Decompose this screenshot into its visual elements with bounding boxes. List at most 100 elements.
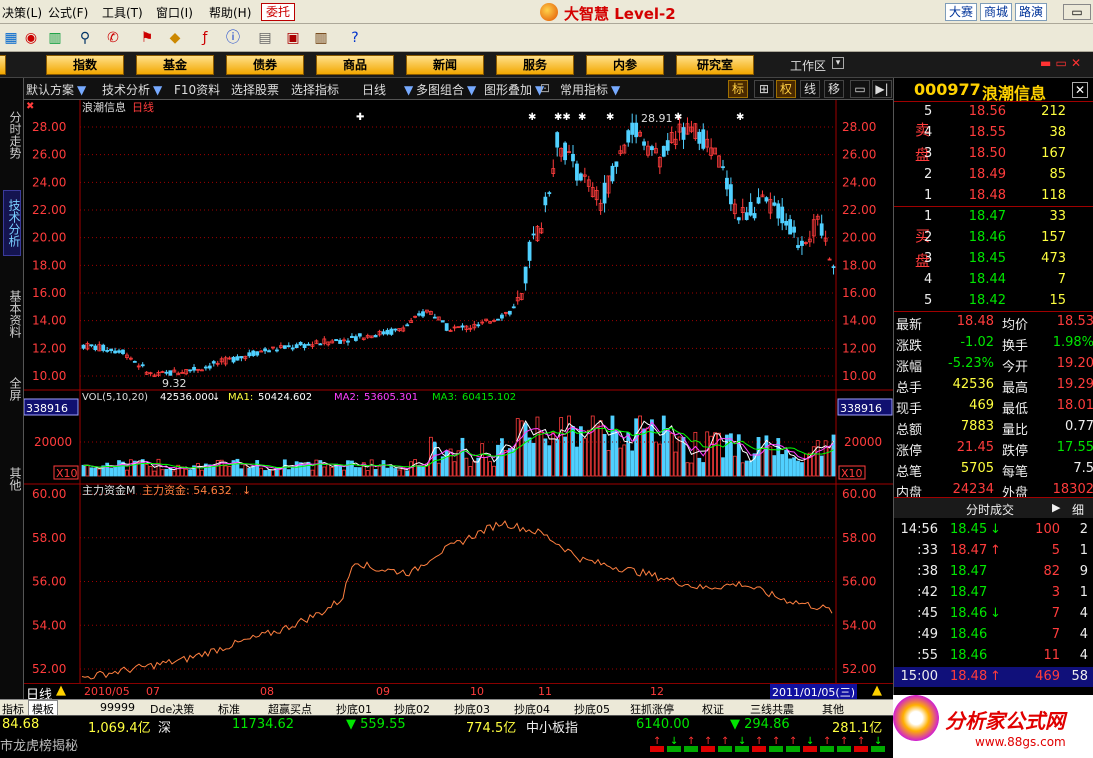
nav-research[interactable]: 研究室 bbox=[676, 55, 754, 75]
tab-intraday[interactable]: 分时走势 bbox=[3, 106, 22, 164]
flag-icon[interactable]: ⚑ bbox=[136, 27, 158, 49]
nav-news[interactable]: 新闻 bbox=[406, 55, 484, 75]
tick-row[interactable]: :49 18.46 7 4 bbox=[894, 625, 1093, 645]
stat-row[interactable]: 总笔 5705 每笔 7.5 bbox=[894, 459, 1093, 480]
workarea-dropdown-icon[interactable]: ▾ bbox=[832, 57, 844, 69]
menu-decision[interactable]: 决策(L) bbox=[2, 4, 42, 21]
info-icon[interactable]: ⓘ bbox=[222, 27, 244, 49]
overlay-dropdown[interactable]: 图形叠加 ▼ bbox=[484, 81, 544, 98]
bid-row[interactable]: 2 18.46 157 bbox=[894, 228, 1093, 248]
bar-chart-icon[interactable]: ▦ bbox=[0, 27, 22, 49]
toggle-crosshair[interactable]: ⊞ bbox=[754, 80, 774, 98]
period-dropdown[interactable]: 日线 ▼ bbox=[362, 81, 413, 98]
stat-row[interactable]: 涨幅 -5.23% 今开 19.20 bbox=[894, 354, 1093, 375]
nav-fund[interactable]: 基金 bbox=[136, 55, 214, 75]
bid-row[interactable]: 5 18.42 15 bbox=[894, 291, 1093, 311]
tick-row[interactable]: :55 18.46 11 4 bbox=[894, 646, 1093, 666]
entrust-button[interactable]: 委托 bbox=[261, 3, 295, 21]
nav-index[interactable]: 指数 bbox=[46, 55, 124, 75]
stat-row[interactable]: 涨跌 -1.02 换手 1.98% bbox=[894, 333, 1093, 354]
toggle-window[interactable]: ▭ bbox=[850, 80, 870, 98]
f-icon[interactable]: ƒ bbox=[194, 27, 216, 49]
news-ticker[interactable]: 市龙虎榜揭秘 bbox=[0, 735, 78, 754]
stat-row[interactable]: 现手 469 最低 18.01 bbox=[894, 396, 1093, 417]
tick-row[interactable]: 14:56 18.45 ↓ 100 2 bbox=[894, 520, 1093, 540]
tick-row[interactable]: 15:00 18.48 ↑ 469 58 bbox=[894, 667, 1093, 687]
stat-row-cell: 总笔 bbox=[896, 465, 923, 480]
tab-technical[interactable]: 技术分析 bbox=[3, 190, 21, 256]
period-left-arrow-icon[interactable]: ▲ bbox=[56, 683, 66, 698]
ask-row[interactable]: 1 18.48 118 bbox=[894, 186, 1093, 206]
stat-row[interactable]: 总额 7883 量比 0.77 bbox=[894, 417, 1093, 438]
multi-chart-dropdown[interactable]: 多图组合 ▼ bbox=[416, 81, 476, 98]
ticks-detail-tab[interactable]: 细 bbox=[1072, 501, 1084, 518]
tab-fullscreen[interactable]: 全屏 bbox=[3, 374, 22, 404]
nav-stocks[interactable]: 股 bbox=[0, 55, 6, 75]
close-chart-icon[interactable]: ✖ bbox=[26, 101, 34, 112]
tab-fundamentals[interactable]: 基本资料 bbox=[3, 284, 22, 344]
svg-text:✱✱: ✱✱ bbox=[554, 112, 571, 123]
link-roadshow[interactable]: 路演 bbox=[1015, 3, 1048, 21]
toggle-mark[interactable]: 标 bbox=[728, 80, 748, 98]
bid-row[interactable]: 4 18.44 7 bbox=[894, 270, 1093, 290]
window-controls[interactable]: ▬ ▭ ✕ bbox=[1040, 56, 1090, 74]
tick-row[interactable]: :42 18.47 3 1 bbox=[894, 583, 1093, 603]
lock-icon[interactable]: ⊡ bbox=[540, 81, 550, 95]
scheme-dropdown[interactable]: 默认方案 ▼ bbox=[26, 81, 86, 98]
tab-99999[interactable]: 99999 bbox=[100, 701, 135, 714]
eye-icon[interactable]: ◉ bbox=[20, 27, 42, 49]
ask-row[interactable]: 4 18.55 38 bbox=[894, 123, 1093, 143]
banner-ad[interactable]: 分析家公式网 www.88gs.com bbox=[893, 695, 1093, 758]
window-icon[interactable]: ▣ bbox=[282, 27, 304, 49]
news-bar: 市龙虎榜揭秘 ↑ ↓ ↑ ↑ ↑ ↓ ↑ ↑ ↑ ↓ ↑ ↑ ↑ ↓ bbox=[0, 733, 893, 758]
stat-row[interactable]: 涨停 21.45 跌停 17.55 bbox=[894, 438, 1093, 459]
link-contest[interactable]: 大赛 bbox=[945, 3, 978, 21]
stat-row[interactable]: 最新 18.48 均价 18.53 bbox=[894, 312, 1093, 333]
candle bbox=[500, 314, 504, 319]
close-panel-icon[interactable]: ✕ bbox=[1072, 82, 1088, 98]
select-stock-button[interactable]: 选择股票 bbox=[231, 81, 279, 98]
diamond-icon[interactable]: ◆ bbox=[164, 27, 186, 49]
megaphone-icon[interactable]: ✆ bbox=[102, 27, 124, 49]
restore-window-button[interactable]: ▭ bbox=[1063, 4, 1091, 20]
ask-row[interactable]: 2 18.49 85 bbox=[894, 165, 1093, 185]
toggle-move[interactable]: 移 bbox=[824, 80, 844, 98]
menu-window[interactable]: 窗口(I) bbox=[156, 4, 193, 21]
ask-row[interactable]: 5 18.56 212 bbox=[894, 102, 1093, 122]
binoculars-icon[interactable]: ⚲ bbox=[74, 27, 96, 49]
help-icon[interactable]: ? bbox=[344, 27, 366, 49]
workarea-label[interactable]: 工作区 bbox=[790, 57, 826, 74]
stat-row[interactable]: 总手 42536 最高 19.29 bbox=[894, 375, 1093, 396]
toggle-rights[interactable]: 权 bbox=[776, 80, 796, 98]
candle bbox=[831, 266, 836, 269]
common-indicator-dropdown[interactable]: 常用指标 ▼ bbox=[560, 81, 620, 98]
books-icon[interactable]: ▥ bbox=[310, 27, 332, 49]
print-icon[interactable]: ▤ bbox=[254, 27, 276, 49]
menu-help[interactable]: 帮助(H) bbox=[209, 4, 251, 21]
nav-commodity[interactable]: 商品 bbox=[316, 55, 394, 75]
bid-row[interactable]: 3 18.45 473 bbox=[894, 249, 1093, 269]
link-mall[interactable]: 商城 bbox=[980, 3, 1013, 21]
menu-formula[interactable]: 公式(F) bbox=[48, 4, 88, 21]
kline-chart[interactable]: 28.00 28.00 26.00 26.00 24.00 24.00 22.00 22.00… bbox=[24, 100, 893, 683]
f10-button[interactable]: F10资料 bbox=[174, 81, 220, 98]
ticks-play-icon[interactable]: ▶ bbox=[1052, 501, 1060, 514]
nav-bond[interactable]: 债券 bbox=[226, 55, 304, 75]
nav-service[interactable]: 服务 bbox=[496, 55, 574, 75]
tech-analysis-dropdown[interactable]: 技术分析 ▼ bbox=[102, 81, 162, 98]
ticks-title[interactable]: 分时成交 bbox=[966, 501, 1014, 518]
select-indicator-button[interactable]: 选择指标 bbox=[291, 81, 339, 98]
nav-internal[interactable]: 内参 bbox=[586, 55, 664, 75]
tick-row[interactable]: :38 18.47 82 9 bbox=[894, 562, 1093, 582]
menu-tools[interactable]: 工具(T) bbox=[102, 4, 143, 21]
tab-other[interactable]: 其他 bbox=[3, 464, 22, 494]
bid-row[interactable]: 1 18.47 33 bbox=[894, 207, 1093, 227]
tick-row-cell: 82 bbox=[1043, 564, 1060, 579]
tick-row[interactable]: :33 18.47 ↑ 5 1 bbox=[894, 541, 1093, 561]
period-right-arrow-icon[interactable]: ▲ bbox=[872, 683, 882, 698]
toggle-line[interactable]: 线 bbox=[800, 80, 820, 98]
tick-row[interactable]: :45 18.46 ↓ 7 4 bbox=[894, 604, 1093, 624]
multi-chart-icon[interactable]: ▥ bbox=[44, 27, 66, 49]
toggle-end[interactable]: ▶| bbox=[872, 80, 892, 98]
ask-row[interactable]: 3 18.50 167 bbox=[894, 144, 1093, 164]
